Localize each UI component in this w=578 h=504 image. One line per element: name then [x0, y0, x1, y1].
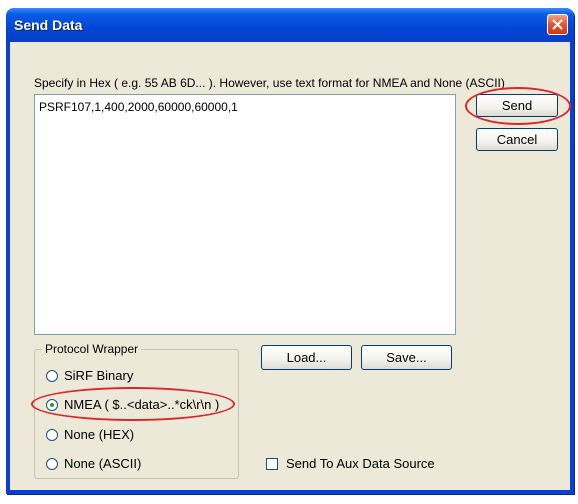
radio-label: SiRF Binary	[64, 368, 134, 383]
protocol-wrapper-label: Protocol Wrapper	[42, 342, 142, 356]
instructions-label: Specify in Hex ( e.g. 55 AB 6D... ). How…	[34, 76, 505, 90]
selected-dot-icon	[50, 403, 54, 407]
title-bar[interactable]: Send Data	[6, 8, 574, 42]
cancel-button[interactable]: Cancel	[476, 128, 558, 151]
send-data-dialog: Send Data Specify in Hex ( e.g. 55 AB 6D…	[6, 8, 574, 494]
data-input[interactable]	[34, 94, 456, 335]
radio-label: None (HEX)	[64, 427, 135, 442]
radio-button[interactable]	[46, 429, 58, 441]
close-icon	[552, 19, 563, 30]
save-button[interactable]: Save...	[361, 345, 452, 370]
close-button[interactable]	[547, 14, 568, 35]
radio-button[interactable]	[46, 370, 58, 382]
radio-button[interactable]	[46, 458, 58, 470]
dialog-body: Specify in Hex ( e.g. 55 AB 6D... ). How…	[10, 42, 571, 490]
send-button[interactable]: Send	[476, 94, 558, 117]
load-button[interactable]: Load...	[261, 345, 352, 370]
radio-label: None (ASCII)	[64, 456, 142, 471]
aux-data-checkbox-label: Send To Aux Data Source	[286, 456, 435, 471]
aux-data-checkbox[interactable]	[266, 458, 278, 470]
window-title: Send Data	[14, 17, 83, 33]
radio-button-selected[interactable]	[46, 399, 58, 411]
radio-label: NMEA ( $..<data>..*ck\r\n )	[64, 397, 220, 412]
